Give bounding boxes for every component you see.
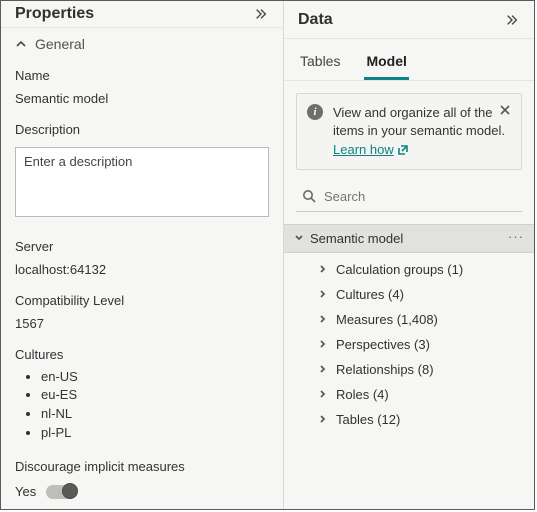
more-icon[interactable]: ··· <box>508 229 524 244</box>
tree-item-label: Relationships (8) <box>336 362 434 377</box>
cultures-label: Cultures <box>15 347 269 362</box>
chevron-right-icon <box>318 289 328 299</box>
name-value: Semantic model <box>15 91 269 106</box>
properties-panel: Properties General Name Semantic model D… <box>1 1 284 509</box>
tree-item-roles[interactable]: Roles (4) <box>296 382 534 407</box>
cultures-list: en-US eu-ES nl-NL pl-PL <box>15 368 269 443</box>
chevron-right-icon <box>318 389 328 399</box>
list-item: eu-ES <box>41 386 269 405</box>
list-item: nl-NL <box>41 405 269 424</box>
tree-item-perspectives[interactable]: Perspectives (3) <box>296 332 534 357</box>
search-input[interactable] <box>296 182 522 212</box>
description-label: Description <box>15 122 269 137</box>
info-text: View and organize all of the items in yo… <box>333 105 505 138</box>
tree-root[interactable]: Semantic model ··· <box>284 224 534 253</box>
external-link-icon <box>398 145 408 155</box>
discourage-toggle-row: Yes <box>15 484 269 499</box>
search-icon <box>302 189 316 203</box>
tab-model[interactable]: Model <box>364 49 408 80</box>
tab-tables[interactable]: Tables <box>298 49 342 80</box>
discourage-toggle[interactable] <box>46 485 76 499</box>
app-root: Properties General Name Semantic model D… <box>0 0 535 510</box>
info-icon: i <box>307 104 323 120</box>
tree-item-label: Calculation groups (1) <box>336 262 463 277</box>
tree-item-label: Tables (12) <box>336 412 400 427</box>
general-fields: Name Semantic model Description Server l… <box>1 62 283 509</box>
tree-item-label: Perspectives (3) <box>336 337 430 352</box>
close-icon[interactable] <box>497 102 513 118</box>
general-section-title: General <box>35 36 85 52</box>
data-header: Data <box>284 1 534 39</box>
name-label: Name <box>15 68 269 83</box>
chevron-right-icon <box>318 339 328 349</box>
tree-item-calc-groups[interactable]: Calculation groups (1) <box>296 257 534 282</box>
chevron-up-icon <box>15 38 27 50</box>
list-item: en-US <box>41 368 269 387</box>
data-panel: Data Tables Model i View and organize al… <box>284 1 534 509</box>
properties-title: Properties <box>15 5 94 23</box>
chevron-right-icon <box>318 264 328 274</box>
tree-item-measures[interactable]: Measures (1,408) <box>296 307 534 332</box>
tree-root-label: Semantic model <box>310 231 403 246</box>
properties-header: Properties <box>1 1 283 28</box>
compat-value: 1567 <box>15 316 269 331</box>
tree-item-relationships[interactable]: Relationships (8) <box>296 357 534 382</box>
discourage-value: Yes <box>15 484 36 499</box>
server-label: Server <box>15 239 269 254</box>
list-item: pl-PL <box>41 424 269 443</box>
general-section-header[interactable]: General <box>1 28 283 62</box>
chevron-right-icon <box>318 314 328 324</box>
server-value: localhost:64132 <box>15 262 269 277</box>
collapse-properties-icon[interactable] <box>253 6 269 22</box>
tree-item-cultures[interactable]: Cultures (4) <box>296 282 534 307</box>
chevron-right-icon <box>318 414 328 424</box>
chevron-down-icon <box>294 233 304 243</box>
tree-item-label: Cultures (4) <box>336 287 404 302</box>
search-row <box>296 182 522 212</box>
description-input[interactable] <box>15 147 269 217</box>
compat-label: Compatibility Level <box>15 293 269 308</box>
tree-item-label: Measures (1,408) <box>336 312 438 327</box>
discourage-label: Discourage implicit measures <box>15 459 269 474</box>
tree-children: Calculation groups (1) Cultures (4) Meas… <box>284 253 534 436</box>
info-banner: i View and organize all of the items in … <box>296 93 522 170</box>
learn-how-link[interactable]: Learn how <box>333 141 408 159</box>
collapse-data-icon[interactable] <box>504 12 520 28</box>
tree-item-label: Roles (4) <box>336 387 389 402</box>
model-tree: Semantic model ··· Calculation groups (1… <box>284 224 534 436</box>
chevron-right-icon <box>318 364 328 374</box>
info-link-text: Learn how <box>333 141 394 159</box>
tree-item-tables[interactable]: Tables (12) <box>296 407 534 432</box>
data-tabs: Tables Model <box>284 39 534 81</box>
data-title: Data <box>298 11 333 29</box>
